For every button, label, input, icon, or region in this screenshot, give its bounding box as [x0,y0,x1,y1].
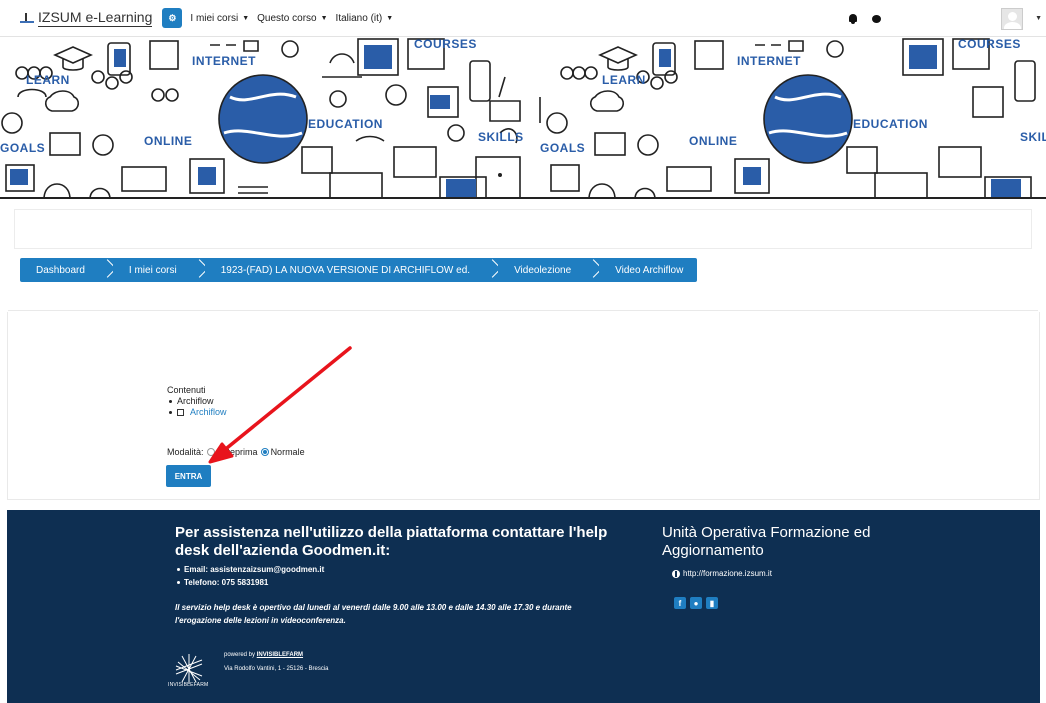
list-item: Telefono: 075 5831981 [177,576,324,589]
footer-logo-text: INVISIBLEFARM [168,682,209,688]
mode-preview-radio[interactable] [206,448,215,456]
footer-url[interactable]: http://formazione.izsum.it [683,569,772,578]
chevron-down-icon: ▼ [242,14,250,22]
menu-this-course[interactable]: Questo corso ▼ [257,13,327,24]
footer-unit-title: Unità Operativa Formazione ed Aggiorname… [662,524,871,559]
brand-logo-icon [20,13,34,23]
banner-word-online: ONLINE [144,134,193,148]
footer-help-title: Per assistenza nell'utilizzo della piatt… [175,524,608,559]
menu-my-courses[interactable]: I miei corsi ▼ [190,13,249,24]
mode-normal-label[interactable]: Normale [271,447,305,457]
status-checkbox-icon [177,409,184,416]
website-icon[interactable]: ● [690,597,702,609]
enter-button[interactable]: ENTRA [166,465,211,487]
top-navbar: IZSUM e-Learning ⚙ I miei corsi ▼ Questo… [0,0,1046,37]
bullet-icon [177,581,180,584]
course-banner: COURSES INTERNET LEARN EDUCATION SKILLS … [0,37,1046,199]
banner-word-education: EDUCATION [308,117,383,131]
banner-word-skills: SKILLS [478,130,524,144]
banner-word-learn: LEARN [26,73,70,87]
footer-website-link[interactable]: http://formazione.izsum.it [672,569,772,578]
banner-word-learn-2: LEARN [602,73,646,87]
breadcrumb-separator-icon [98,258,113,282]
menu-my-courses-label: I miei corsi [190,12,239,24]
footer-contact-list: Email: assistenzaizsum@goodmen.it Telefo… [177,563,324,589]
page-footer: Per assistenza nell'utilizzo della piatt… [7,510,1040,703]
footer-social-links: f ● ▮ [674,597,722,609]
mode-normal-radio[interactable] [260,448,269,456]
footer-powered-by: powered by INVISIBLEFARM [224,652,303,658]
contents-list: Archiflow Archiflow [167,396,227,418]
divider [8,310,1038,311]
powered-by-prefix: powered by [224,652,256,658]
powered-by-link[interactable]: INVISIBLEFARM [257,652,303,658]
banner-word-courses-2: COURSES [958,37,1021,51]
banner-word-online-2: ONLINE [689,134,738,148]
breadcrumb-videolezione[interactable]: Videolezione [498,258,586,282]
contents-heading: Contenuti [167,385,206,395]
breadcrumb-my-courses[interactable]: I miei corsi [112,258,191,282]
chevron-down-icon: ▼ [386,14,394,22]
footer-address: Via Rodolfo Vantini, 1 - 25126 - Brescia [224,666,329,672]
bullet-icon [169,411,172,414]
banner-word-skills-2: SKILLS [1020,130,1046,144]
banner-word-courses: COURSES [414,37,477,51]
notifications-bell-icon[interactable] [848,13,858,24]
banner-word-internet: INTERNET [192,54,256,68]
mode-preview-label[interactable]: Anteprima [217,447,258,457]
user-avatar[interactable] [1001,7,1024,30]
facebook-icon[interactable]: f [674,597,686,609]
scorm-content-card [7,312,1040,500]
banner-word-goals: GOALS [540,141,586,155]
chevron-down-icon: ▼ [320,14,328,22]
menu-language-label: Italiano (it) [335,12,383,24]
breadcrumb-separator-icon [190,258,205,282]
footer-email[interactable]: Email: assistenzaizsum@goodmen.it [184,563,324,576]
bullet-icon [177,568,180,571]
bookmark-icon[interactable]: ▮ [706,597,718,609]
breadcrumb-separator-icon [585,258,600,282]
contents-item-link[interactable]: Archiflow [190,407,227,418]
user-menu-chevron-icon[interactable]: ▼ [1035,15,1042,22]
course-settings-button[interactable]: ⚙ [162,8,183,28]
breadcrumb-dashboard[interactable]: Dashboard [20,258,99,282]
banner-word-internet-2: INTERNET [737,54,801,68]
globe-icon [672,569,680,578]
banner-word-goals-left: GOALS [0,141,46,155]
banner-word-education-2: EDUCATION [853,117,928,131]
breadcrumb-video-archiflow[interactable]: Video Archiflow [599,258,698,282]
navbar-user-area: ▼ [848,0,1046,37]
footer-help-hours: Il servizio help desk è opertivo dal lun… [175,603,572,625]
menu-language[interactable]: Italiano (it) ▼ [336,13,394,24]
page-header-panel [14,209,1032,249]
breadcrumb-separator-icon [484,258,499,282]
contents-section: Contenuti Archiflow Archiflow [167,385,227,418]
footer-phone: Telefono: 075 5831981 [184,578,269,587]
list-item: Email: assistenzaizsum@goodmen.it [177,563,324,576]
list-item: Archiflow [167,407,227,418]
list-item: Archiflow [167,396,227,407]
brand-name: IZSUM e-Learning [38,9,153,27]
breadcrumb: Dashboard I miei corsi 1923-(FAD) LA NUO… [20,258,698,282]
mode-label: Modalità: [167,447,204,457]
bullet-icon [169,400,172,403]
messages-chat-icon[interactable] [872,14,882,23]
menu-this-course-label: Questo corso [257,12,317,24]
breadcrumb-course[interactable]: 1923-(FAD) LA NUOVA VERSIONE DI ARCHIFLO… [204,258,485,282]
site-brand-link[interactable]: IZSUM e-Learning [20,9,153,27]
settings-icon: ⚙ [168,12,177,23]
mode-selector: Modalità: Anteprima Normale [167,447,305,457]
contents-item-label: Archiflow [177,396,214,406]
